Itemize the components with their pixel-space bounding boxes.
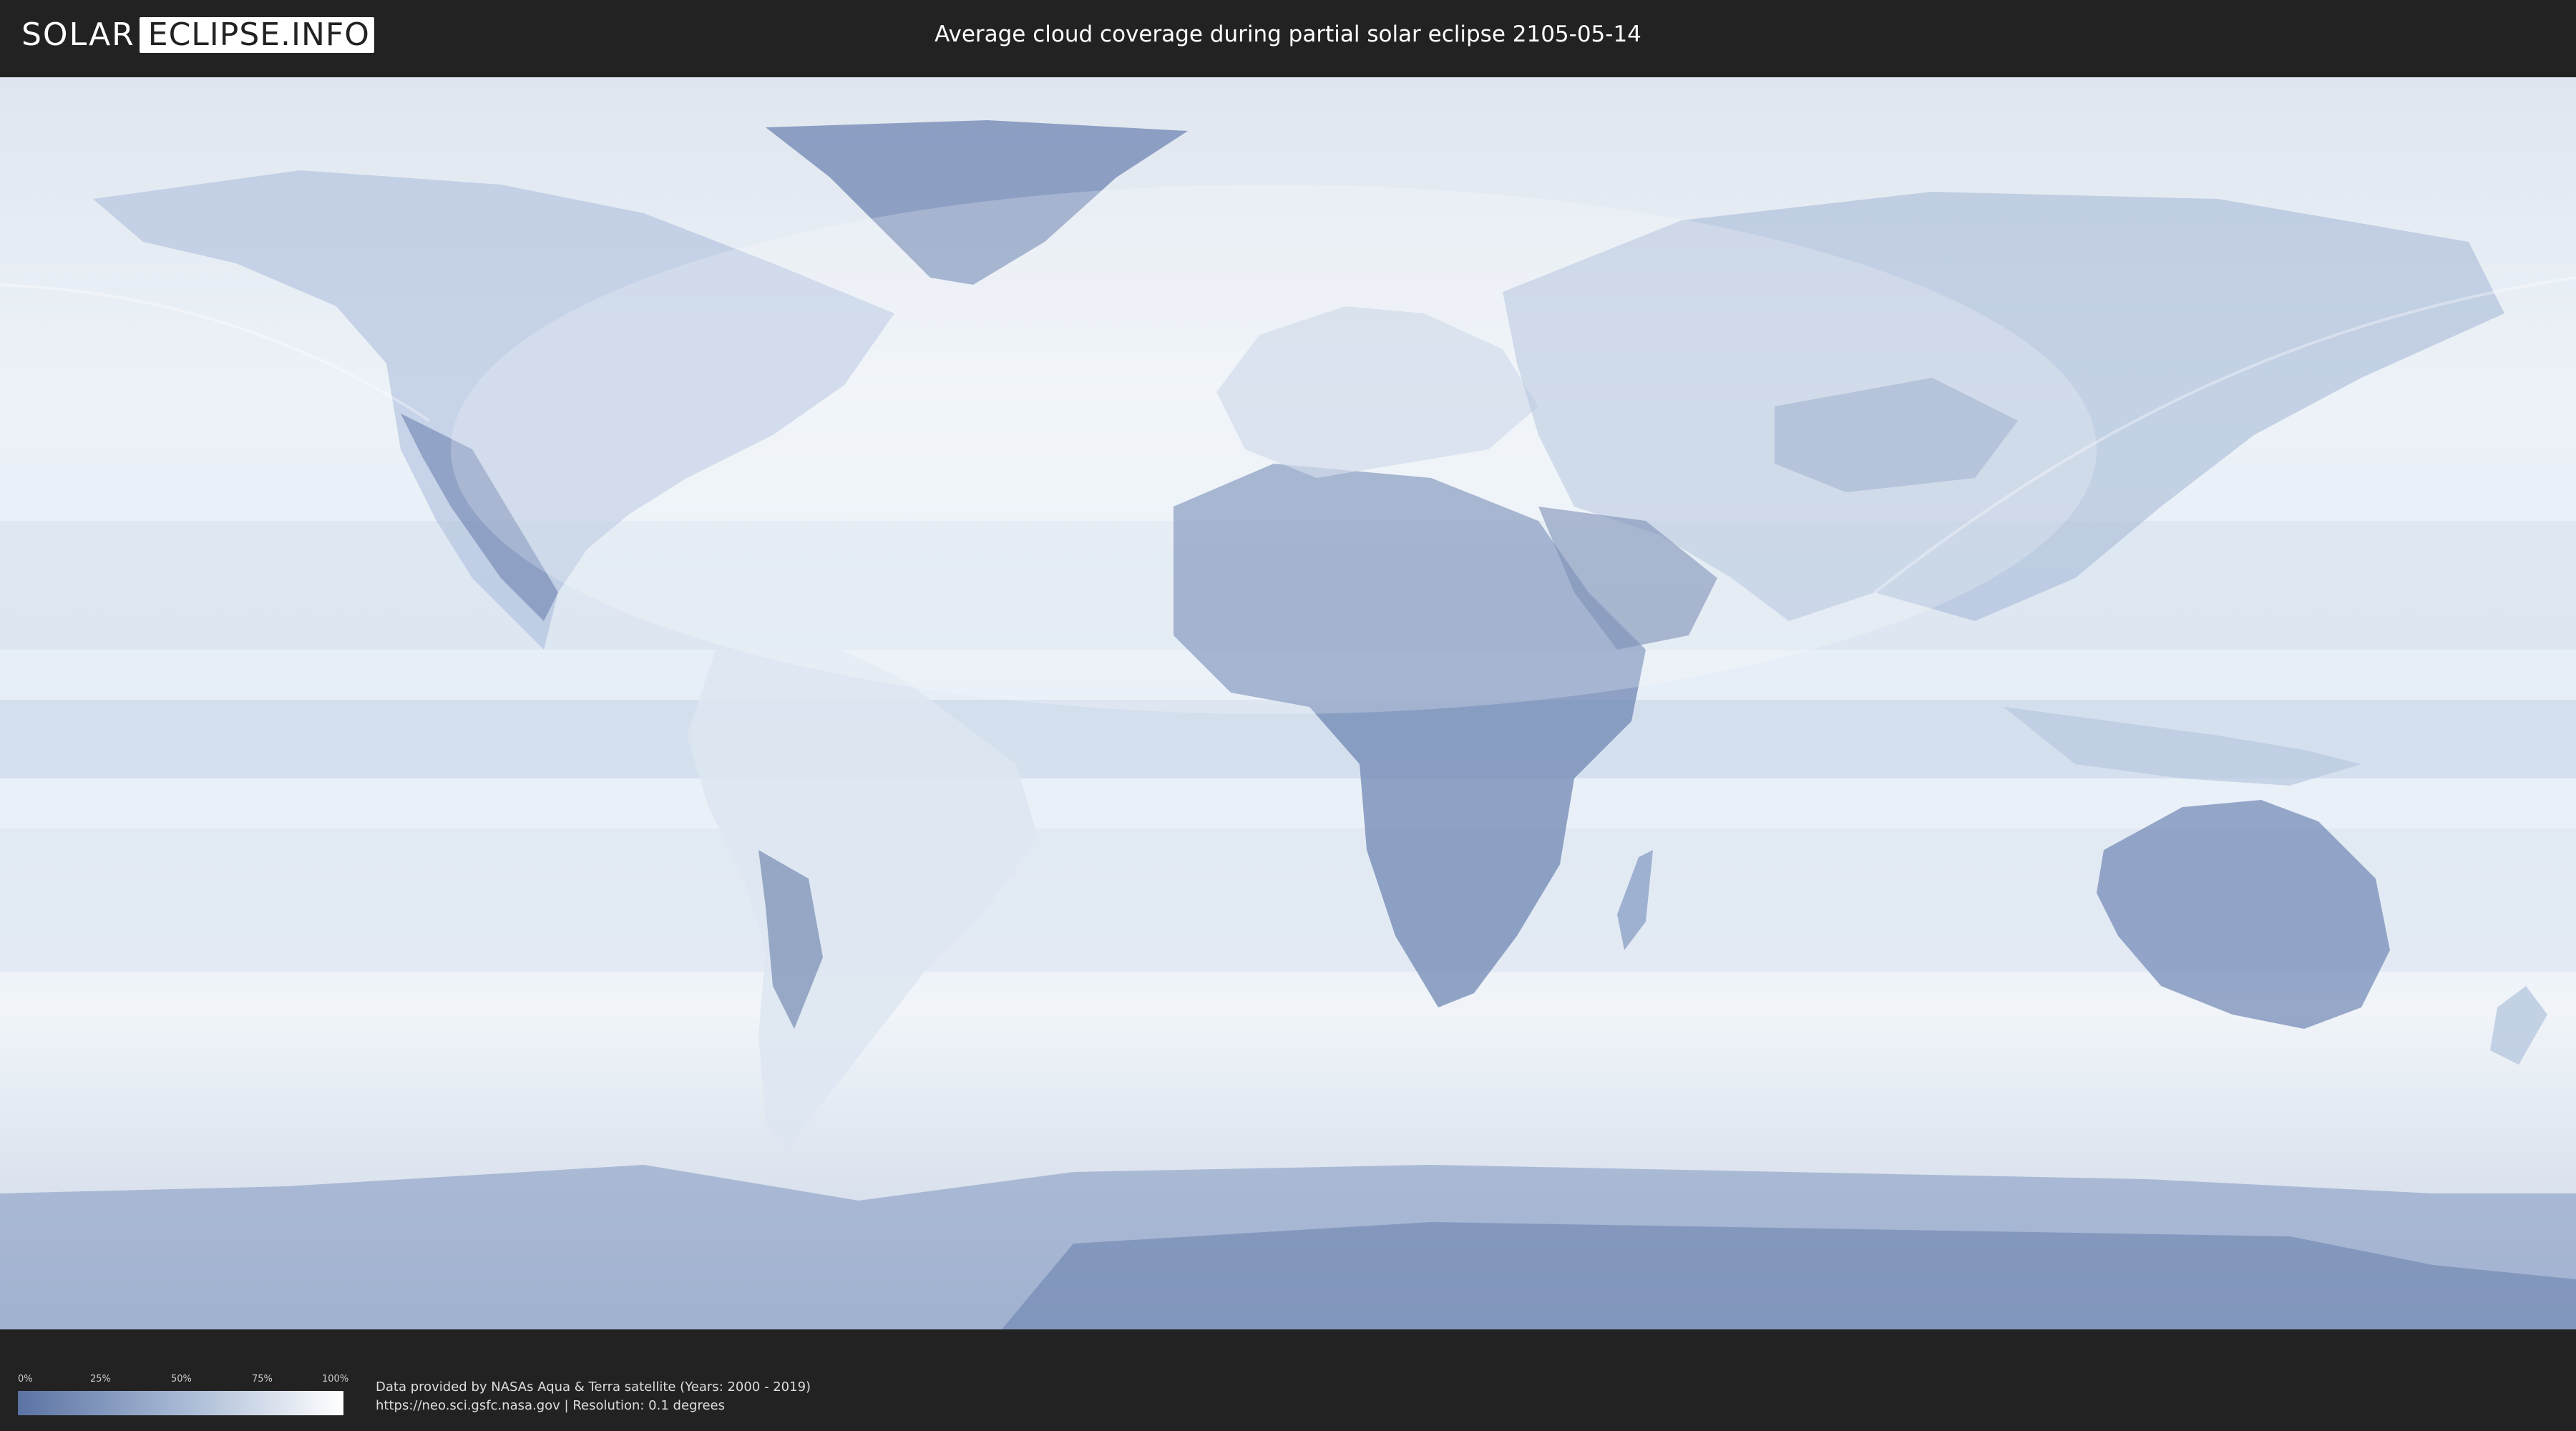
legend-color-bar — [18, 1391, 343, 1415]
credits-line-source: Data provided by NASAs Aqua & Terra sate… — [376, 1379, 811, 1395]
cloud-coverage-legend: 0% 25% 50% 75% 100% — [18, 1374, 348, 1415]
credits-line-url: https://neo.sci.gsfc.nasa.gov | Resoluti… — [376, 1398, 725, 1413]
legend-tick-0: 0% — [18, 1374, 33, 1384]
header-bar: SOLAR ECLIPSE.INFO Average cloud coverag… — [0, 0, 2576, 72]
legend-ticks: 0% 25% 50% 75% 100% — [18, 1374, 348, 1387]
legend-tick-50: 50% — [171, 1374, 192, 1384]
data-credits: Data provided by NASAs Aqua & Terra sate… — [376, 1378, 811, 1415]
cloud-coverage-map — [0, 77, 2576, 1329]
legend-tick-100: 100% — [322, 1374, 349, 1384]
legend-tick-75: 75% — [252, 1374, 273, 1384]
eclipse-visibility-zone — [451, 185, 2097, 714]
legend-tick-25: 25% — [90, 1374, 111, 1384]
map-title: Average cloud coverage during partial so… — [935, 21, 1641, 47]
